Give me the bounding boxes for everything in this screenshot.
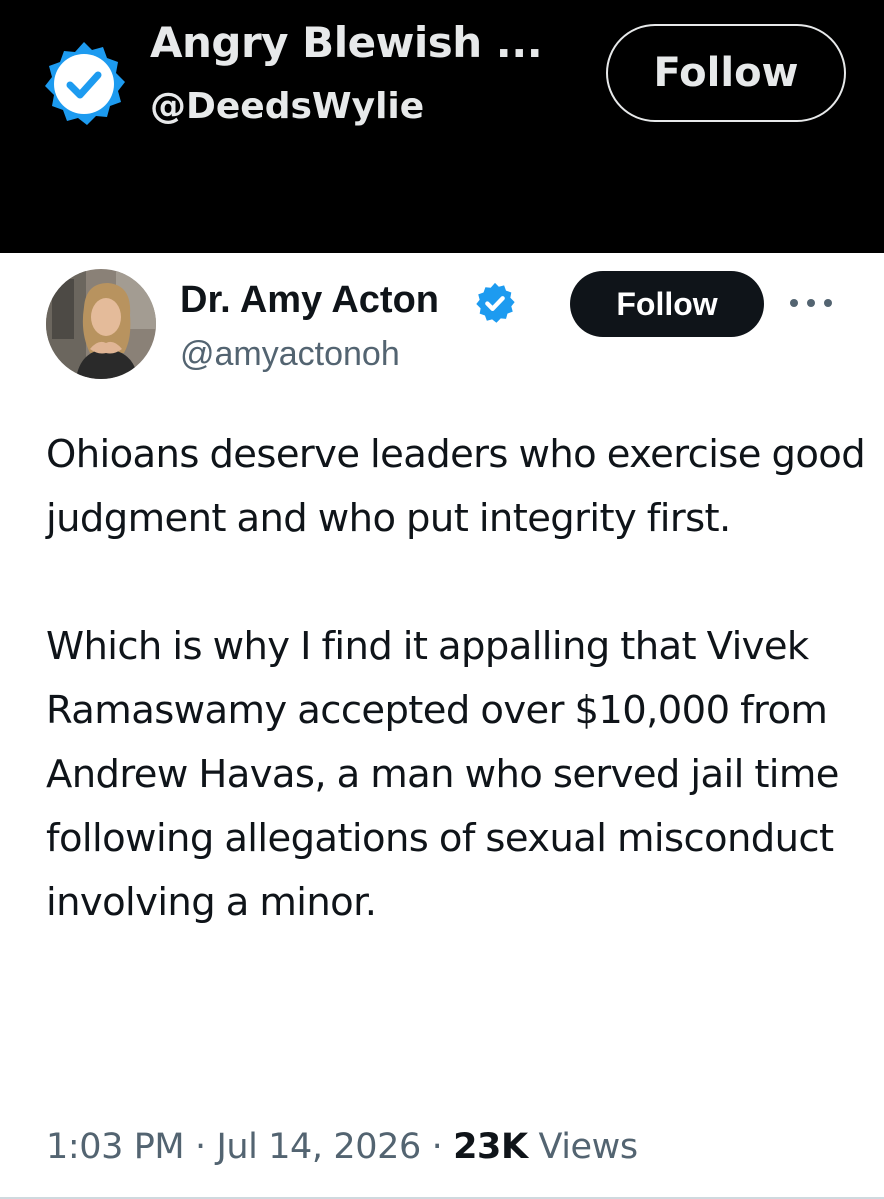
- meta-separator: ·: [431, 1127, 443, 1167]
- tweet-card: Dr. Amy Acton @amyactonoh Follow Ohioans…: [0, 253, 884, 1199]
- follow-author-button[interactable]: Follow: [570, 271, 764, 337]
- quoting-display-name[interactable]: Angry Blewish ...: [150, 18, 543, 67]
- author-handle[interactable]: @amyactonoh: [180, 335, 400, 374]
- more-dot: [790, 299, 798, 307]
- author-avatar[interactable]: [46, 269, 156, 379]
- more-dot: [807, 299, 815, 307]
- more-dot: [824, 299, 832, 307]
- tweet-paragraph: Which is why I find it appalling that Vi…: [46, 624, 840, 925]
- tweet-paragraph: Ohioans deserve leaders who exercise goo…: [46, 432, 866, 541]
- author-display-name[interactable]: Dr. Amy Acton: [180, 279, 439, 322]
- tweet-date[interactable]: Jul 14, 2026: [216, 1127, 421, 1167]
- views-label: Views: [538, 1127, 638, 1167]
- verified-badge-icon: [36, 38, 132, 134]
- quoting-account-header: Angry Blewish ... @DeedsWylie Follow: [0, 0, 884, 253]
- verified-badge-icon: [472, 281, 518, 327]
- meta-separator: ·: [194, 1127, 206, 1167]
- tweet-metadata: 1:03 PM · Jul 14, 2026 · 23K Views: [46, 1127, 638, 1167]
- tweet-body: Ohioans deserve leaders who exercise goo…: [46, 423, 866, 935]
- views-count[interactable]: 23K: [453, 1127, 528, 1167]
- screenshot-page: Angry Blewish ... @DeedsWylie Follow Dr.…: [0, 0, 884, 1199]
- tweet-time[interactable]: 1:03 PM: [46, 1127, 185, 1167]
- follow-button[interactable]: Follow: [606, 24, 846, 122]
- more-options-icon[interactable]: [790, 293, 832, 313]
- quoting-handle[interactable]: @DeedsWylie: [150, 86, 424, 127]
